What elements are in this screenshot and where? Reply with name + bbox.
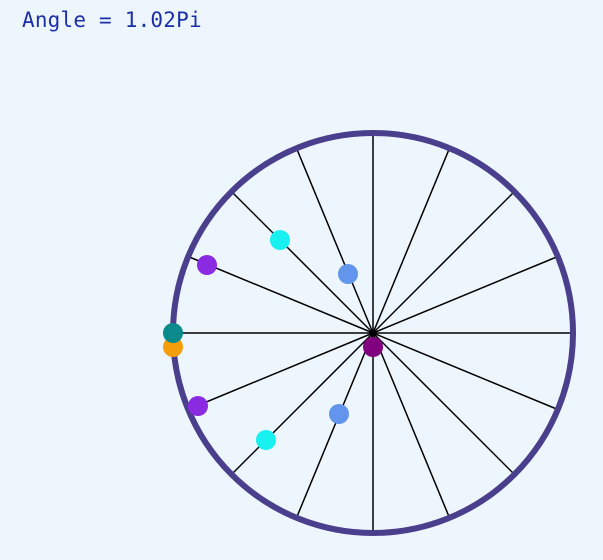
ball-purple-upper	[197, 255, 217, 275]
wheel-diagram[interactable]	[0, 0, 603, 560]
canvas[interactable]: Angle = 1.02Pi	[0, 0, 603, 560]
ball-blue-upper	[338, 264, 358, 284]
wheel-spoke	[372, 332, 515, 475]
ball-cyan-lower	[256, 430, 276, 450]
ball-purple-lower	[188, 396, 208, 416]
wheel-spoke	[231, 332, 374, 475]
ball-teal	[163, 323, 183, 343]
ball-cyan-upper	[270, 230, 290, 250]
wheel-balls	[163, 230, 383, 450]
wheel-spoke	[372, 191, 515, 334]
ball-blue-lower	[329, 404, 349, 424]
wheel-spoke	[231, 191, 374, 334]
ball-center	[363, 337, 383, 357]
